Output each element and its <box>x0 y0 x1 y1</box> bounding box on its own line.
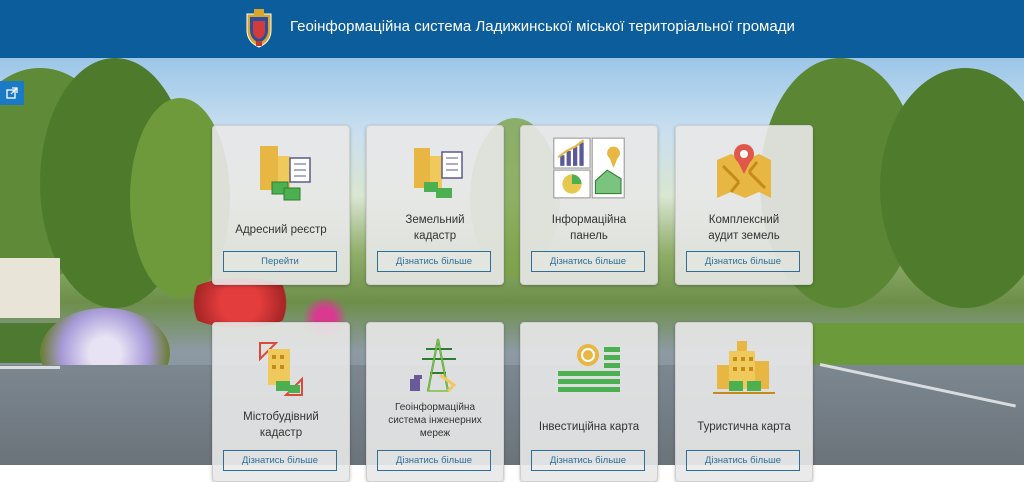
background-photo <box>0 58 1024 465</box>
card-urban-cadastre[interactable]: Містобудівний кадастр Дізнатись більше <box>212 322 350 482</box>
dashboard-icon <box>553 137 625 199</box>
external-link-icon <box>6 87 18 99</box>
learn-more-button[interactable]: Дізнатись більше <box>223 450 337 471</box>
map-pin-icon <box>717 144 771 198</box>
card-label: Інформаційна панель <box>551 214 627 242</box>
page-title: Геоінформаційна система Ладижинської міс… <box>290 18 795 35</box>
construction-icon <box>259 342 303 396</box>
card-label: Містобудівний кадастр <box>243 411 319 439</box>
road <box>0 365 1024 465</box>
go-button[interactable]: Перейти <box>223 251 337 272</box>
card-label: Туристична карта <box>697 421 791 433</box>
coin-stack-icon <box>558 344 620 392</box>
card-label: Адресний реєстр <box>235 224 327 236</box>
city-coat-of-arms-icon <box>246 9 272 48</box>
card-label: Земельний кадастр <box>405 214 465 242</box>
card-investment-map[interactable]: Інвестиційна карта Дізнатись більше <box>520 322 658 482</box>
card-info-panel[interactable]: Інформаційна панель Дізнатись більше <box>520 125 658 285</box>
card-label: Інвестиційна карта <box>538 421 640 433</box>
share-button[interactable] <box>0 81 24 105</box>
learn-more-button[interactable]: Дізнатись більше <box>531 251 645 272</box>
learn-more-button[interactable]: Дізнатись більше <box>377 251 491 272</box>
card-engineering-networks[interactable]: Геоінформаційна система інженерних мереж… <box>366 322 504 482</box>
city-tourism-icon <box>713 341 775 394</box>
header-bar: Геоінформаційна система Ладижинської міс… <box>0 0 1024 58</box>
card-label: Комплексний аудит земель <box>708 214 780 242</box>
learn-more-button[interactable]: Дізнатись більше <box>686 251 800 272</box>
card-label: Геоінформаційна система інженерних мереж <box>388 402 482 439</box>
card-land-audit[interactable]: Комплексний аудит земель Дізнатись більш… <box>675 125 813 285</box>
card-land-cadastre[interactable]: Земельний кадастр Дізнатись більше <box>366 125 504 285</box>
buildings-icon <box>260 146 311 201</box>
learn-more-button[interactable]: Дізнатись більше <box>531 450 645 471</box>
buildings-map-icon <box>414 148 463 198</box>
card-tourist-map[interactable]: Туристична карта Дізнатись більше <box>675 322 813 482</box>
power-tower-icon <box>410 338 457 393</box>
card-address-registry[interactable]: Адресний реєстр Перейти <box>212 125 350 285</box>
learn-more-button[interactable]: Дізнатись більше <box>377 450 491 471</box>
learn-more-button[interactable]: Дізнатись більше <box>686 450 800 471</box>
